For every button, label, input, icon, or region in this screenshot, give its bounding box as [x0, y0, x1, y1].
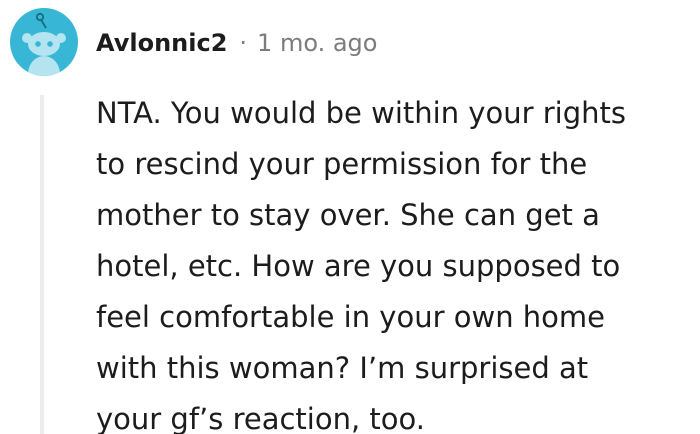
username-link[interactable]: Avlonnic2 [96, 29, 227, 57]
timestamp[interactable]: 1 mo. ago [257, 29, 377, 57]
comment-body-line: with this woman? I’m surprised at [96, 351, 589, 385]
comment-body-line: hotel, etc. How are you supposed to [96, 249, 621, 283]
avatar[interactable] [10, 8, 78, 76]
comment: Avlonnic2 · 1 mo. ago NTA. You would be … [0, 0, 700, 434]
comment-body-line: mother to stay over. She can get a [96, 198, 600, 232]
comment-body-line: feel comfortable in your own home [96, 300, 606, 334]
comment-body: NTA. You would be within your rights to … [96, 88, 688, 434]
comment-body-line: NTA. You would be within your rights [96, 96, 626, 130]
meta-separator: · [239, 29, 248, 57]
snoo-avatar-icon [10, 8, 78, 76]
comment-body-line: to rescind your permission for the [96, 147, 588, 181]
comment-body-line: your gf’s reaction, too. [96, 402, 425, 434]
thread-line[interactable] [40, 95, 44, 434]
comment-meta: Avlonnic2 · 1 mo. ago [96, 26, 377, 60]
